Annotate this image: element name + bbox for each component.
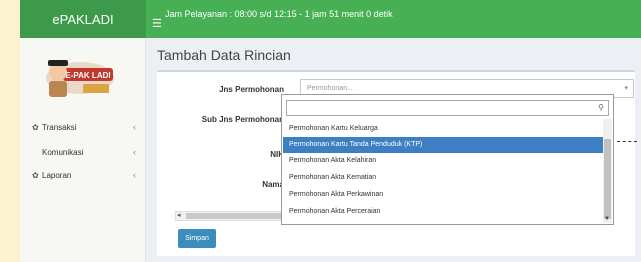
top-bar: ☰ Jam Pelayanan : 08:00 s/d 12:15 - 1 ja… xyxy=(146,0,641,38)
dropdown-option[interactable]: Permohonan Akta Kematian xyxy=(283,170,603,186)
dropdown-option[interactable]: Permohonan Akta Perkawinan xyxy=(283,187,603,203)
label-jns-permohonan: Jns Permohonan xyxy=(219,85,284,94)
caret-down-icon: ▾ xyxy=(624,85,628,92)
gear-icon: ✿ xyxy=(32,122,39,132)
dashed-pointer-line xyxy=(617,141,637,142)
app-frame: ePAKLADI ☰ Jam Pelayanan : 08:00 s/d 12:… xyxy=(20,0,641,262)
hamburger-icon[interactable]: ☰ xyxy=(152,17,162,30)
dropdown-option-selected[interactable]: Permohonan Kartu Tanda Penduduk (KTP) xyxy=(283,137,603,153)
dropdown-option[interactable]: Permohonan Kartu Keluarga xyxy=(283,121,603,137)
service-hours-clock: Jam Pelayanan : 08:00 s/d 12:15 - 1 jam … xyxy=(165,9,393,19)
svg-text:E-PAK LADI: E-PAK LADI xyxy=(65,71,110,80)
select-dropdown: ⚲ Permohonan Kartu Keluarga Permohonan K… xyxy=(281,94,614,225)
dropdown-option[interactable]: Permohonan Akta Kelahiran xyxy=(283,153,603,169)
sidebar: E-PAK LADI ✿ Transaksi ‹ Komunikasi ‹ ✿ … xyxy=(20,38,146,262)
app-brand[interactable]: ePAKLADI xyxy=(20,0,146,38)
save-button[interactable]: Simpan xyxy=(178,229,216,248)
scroll-down-icon[interactable]: ▼ xyxy=(604,216,610,222)
sidebar-item-label: Laporan xyxy=(42,170,72,180)
sidebar-item-laporan[interactable]: ✿ Laporan ‹ xyxy=(32,170,136,180)
app-logo: E-PAK LADI xyxy=(43,50,117,102)
dropdown-search-input[interactable]: ⚲ xyxy=(286,100,609,116)
label-sub-jns-permohonan: Sub Jns Permohonan xyxy=(201,115,284,124)
label-nama: Nama xyxy=(262,180,284,189)
dropdown-scrollbar-thumb[interactable] xyxy=(604,139,611,219)
chevron-left-icon: ‹ xyxy=(133,170,136,180)
chevron-left-icon: ‹ xyxy=(133,147,136,157)
sidebar-item-komunikasi[interactable]: Komunikasi ‹ xyxy=(32,147,136,157)
label-nik: NIK xyxy=(270,150,284,159)
sidebar-item-label: Komunikasi xyxy=(42,147,84,157)
page-title: Tambah Data Rincian xyxy=(157,47,291,63)
dropdown-scrollbar[interactable]: ▼ xyxy=(603,119,612,223)
dropdown-option[interactable]: Permohonan Akta Perceraian xyxy=(283,204,603,220)
scroll-left-icon[interactable]: ◂ xyxy=(177,211,181,219)
search-icon: ⚲ xyxy=(598,103,604,112)
sidebar-item-transaksi[interactable]: ✿ Transaksi ‹ xyxy=(32,122,136,132)
chevron-left-icon: ‹ xyxy=(133,122,136,132)
select-placeholder: Permohonan... xyxy=(307,85,353,92)
sidebar-item-label: Transaksi xyxy=(42,122,77,132)
gear-icon: ✿ xyxy=(32,170,39,180)
